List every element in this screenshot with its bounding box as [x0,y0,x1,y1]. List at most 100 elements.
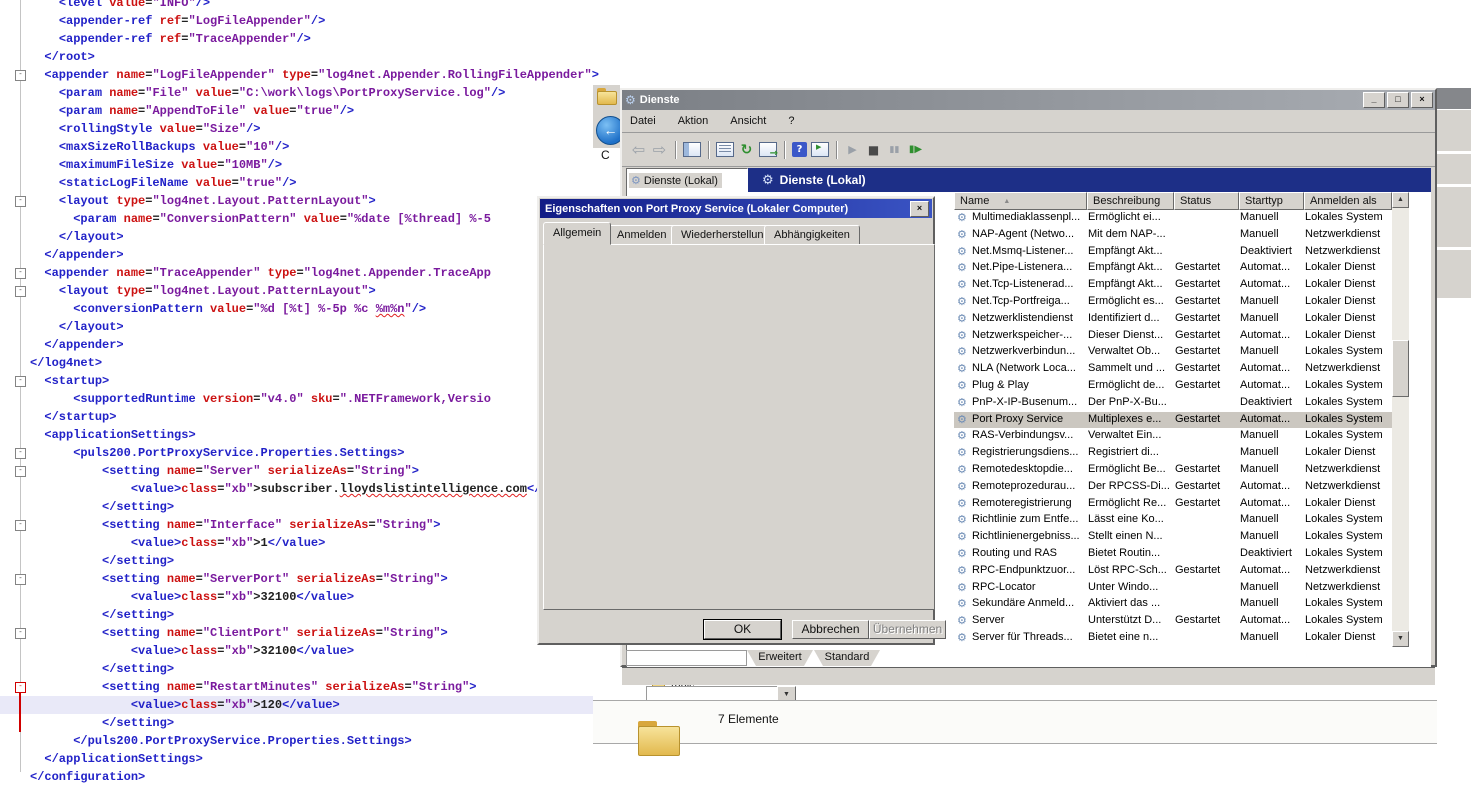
gear-icon: ⚙ [957,362,970,375]
service-row[interactable]: ⚙Sekundäre Anmeld...Aktiviert das ...Man… [954,596,1392,613]
service-row[interactable]: ⚙Net.Msmq-Listener...Empfängt Akt...Deak… [954,244,1392,261]
service-row[interactable]: ⚙Netzwerkverbindun...Verwaltet Ob...Gest… [954,344,1392,361]
code-line: <maximumFileSize value="10MB"/> [0,156,593,174]
menu-item-ansicht[interactable]: Ansicht [730,115,766,127]
fold-marker[interactable]: - [15,268,26,279]
fold-marker[interactable]: - [15,448,26,459]
code-line: </applicationSettings> [0,750,593,768]
service-logon-as: Lokaler Dienst [1305,329,1391,341]
service-row[interactable]: ⚙Plug & PlayErmöglicht de...GestartetAut… [954,378,1392,395]
service-row[interactable]: ⚙NLA (Network Loca...Sammelt und ...Gest… [954,361,1392,378]
service-name: Net.Tcp-Portfreiga... [972,295,1085,307]
title-bar[interactable]: ⚙ Dienste _ □ × [622,90,1435,110]
service-row[interactable]: ⚙Remotedesktopdie...Ermöglicht Be...Gest… [954,462,1392,479]
code-line: </setting> [0,606,593,624]
gear-icon: ⚙ [957,379,970,392]
service-description: Der PnP-X-Bu... [1088,396,1172,408]
service-name: Netzwerklistendienst [972,312,1085,324]
service-row[interactable]: ⚙Registrierungsdiens...Registriert di...… [954,445,1392,462]
tree-item-dienste-lokal[interactable]: ⚙ Dienste (Lokal) [629,173,722,188]
tab-standard[interactable]: Standard [814,650,880,666]
background-window-fragment [1437,187,1471,247]
show-console-tree-icon[interactable] [683,142,701,157]
code-line: <setting name="RestartMinutes" serialize… [0,678,593,696]
service-row[interactable]: ⚙NAP-Agent (Netwo...Mit dem NAP-...Manue… [954,227,1392,244]
restart-service-icon[interactable]: ▮▶ [907,141,924,158]
new-window-icon[interactable] [811,142,829,157]
fold-marker[interactable]: - [15,520,26,531]
close-icon[interactable]: × [910,201,929,217]
fold-marker[interactable]: - [15,628,26,639]
service-row[interactable]: ⚙RPC-LocatorUnter Windo...ManuellNetzwer… [954,580,1392,597]
refresh-icon[interactable]: ↻ [738,141,755,158]
pause-service-icon[interactable]: ▮▮ [886,141,903,158]
service-row[interactable]: ⚙Richtlinienergebniss...Stellt einen N..… [954,529,1392,546]
fold-marker[interactable]: - [15,70,26,81]
column-header-status[interactable]: Status [1174,192,1239,210]
abbrechen-button[interactable]: Abbrechen [792,620,869,639]
dialog-tab-allgemein[interactable]: Allgemein [543,222,611,245]
fold-marker[interactable]: - [15,196,26,207]
export-list-icon[interactable] [759,142,777,157]
bottom-tab-strip [622,667,1435,685]
service-row[interactable]: ⚙ServerUnterstützt D...GestartetAutomat.… [954,613,1392,630]
service-row[interactable]: ⚙Port Proxy ServiceMultiplexes e...Gesta… [954,412,1392,429]
fold-marker[interactable]: - [15,466,26,477]
fold-marker[interactable]: - [15,376,26,387]
fold-marker[interactable]: - [15,574,26,585]
service-row[interactable]: ⚙Net.Pipe-Listenera...Empfängt Akt...Ges… [954,260,1392,277]
scroll-up-icon[interactable]: ▲ [1392,192,1409,208]
service-row[interactable]: ⚙Netzwerkspeicher-...Dieser Dienst...Ges… [954,328,1392,345]
column-header-anmelden-als[interactable]: Anmelden als [1304,192,1392,210]
fold-marker[interactable]: - [15,286,26,297]
service-row[interactable]: ⚙Server für Threads...Bietet eine n...Ma… [954,630,1392,647]
service-logon-as: Netzwerkdienst [1305,463,1391,475]
service-name: Remoteprozedurau... [972,480,1085,492]
column-header-starttyp[interactable]: Starttyp [1239,192,1304,210]
service-row[interactable]: ⚙RemoteregistrierungErmöglicht Re...Gest… [954,496,1392,513]
vertical-scrollbar[interactable]: ▲ ▼ [1392,192,1409,647]
dialog-tab-anmelden[interactable]: Anmelden [607,225,677,245]
help-icon[interactable]: ? [792,142,807,157]
minimize-button[interactable]: _ [1363,92,1385,108]
service-starttype: Automat... [1240,413,1302,425]
dialog-tab-abhängigkeiten[interactable]: Abhängigkeiten [764,225,860,245]
service-status: Gestartet [1175,480,1237,492]
column-header-name[interactable]: Name▲ [954,192,1087,210]
close-button[interactable]: × [1411,92,1433,108]
maximize-button[interactable]: □ [1387,92,1409,108]
menu-item-aktion[interactable]: Aktion [678,115,709,127]
column-header-beschreibung[interactable]: Beschreibung [1087,192,1174,210]
service-row[interactable]: ⚙Multimediaklassenpl...Ermöglicht ei...M… [954,210,1392,227]
properties-icon[interactable] [716,142,734,157]
tab-erweitert[interactable]: Erweitert [747,650,813,666]
service-row[interactable]: ⚙Net.Tcp-Portfreiga...Ermöglicht es...Ge… [954,294,1392,311]
service-row[interactable]: ⚙Richtlinie zum Entfe...Lässt eine Ko...… [954,512,1392,529]
service-starttype: Manuell [1240,581,1302,593]
title-bar[interactable]: Eigenschaften von Port Proxy Service (Lo… [540,199,932,218]
gear-icon: ⚙ [957,614,970,627]
service-row[interactable]: ⚙Routing und RASBietet Routin...Deaktivi… [954,546,1392,563]
xml-code-editor[interactable]: <level value="INFO"/> <appender-ref ref=… [0,0,593,787]
service-row[interactable]: ⚙Remoteprozedurau...Der RPCSS-Di...Gesta… [954,479,1392,496]
gear-icon: ⚙ [957,295,970,308]
code-line: <appender name="TraceAppender" type="log… [0,264,593,282]
scrollbar-thumb[interactable] [1392,340,1409,397]
forward-icon[interactable]: ⇨ [651,141,668,158]
service-row[interactable]: ⚙RAS-Verbindungsv...Verwaltet Ein...Manu… [954,428,1392,445]
scroll-down-icon[interactable]: ▼ [1392,631,1409,647]
menu-item-?[interactable]: ? [788,115,794,127]
uebernehmen-button[interactable]: Übernehmen [869,620,946,639]
ok-button[interactable]: OK [704,620,781,639]
service-row[interactable]: ⚙PnP-X-IP-Busenum...Der PnP-X-Bu...Deakt… [954,395,1392,412]
service-row[interactable]: ⚙NetzwerklistendienstIdentifiziert d...G… [954,311,1392,328]
back-icon[interactable]: ⇦ [630,141,647,158]
service-row[interactable]: ⚙Net.Tcp-Listenerad...Empfängt Akt...Ges… [954,277,1392,294]
code-line: <setting name="ClientPort" serializeAs="… [0,624,593,642]
code-line: <layout type="log4net.Layout.PatternLayo… [0,282,593,300]
start-service-icon[interactable]: ▶ [844,141,861,158]
service-row[interactable]: ⚙RPC-Endpunktzuor...Löst RPC-Sch...Gesta… [954,563,1392,580]
gear-icon: ⚙ [957,329,970,342]
stop-service-icon[interactable]: ■ [865,141,882,158]
menu-item-datei[interactable]: Datei [630,115,656,127]
